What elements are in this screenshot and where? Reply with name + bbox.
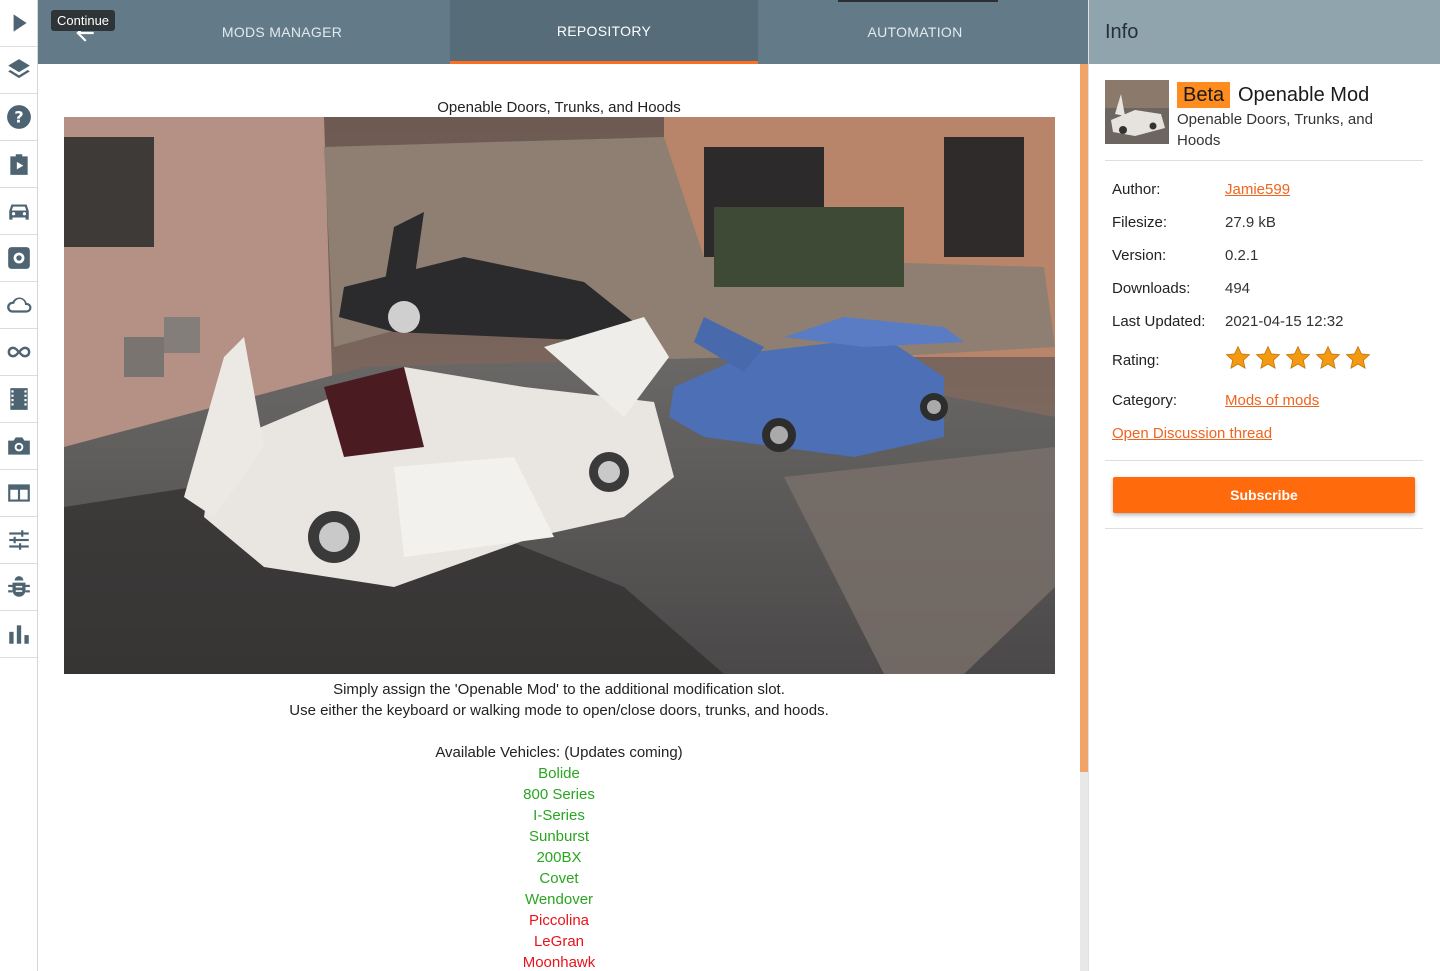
info-header: Info	[1089, 0, 1440, 64]
discussion-link[interactable]: Open Discussion thread	[1112, 425, 1272, 442]
rating-label: Rating:	[1112, 352, 1160, 369]
tab-mods-manager[interactable]: MODS MANAGER	[126, 0, 438, 64]
updated-value: 2021-04-15 12:32	[1225, 313, 1344, 330]
layers-icon[interactable]	[0, 47, 37, 94]
star-icon[interactable]	[1225, 345, 1251, 371]
updated-label: Last Updated:	[1112, 313, 1206, 330]
tab-repository[interactable]: REPOSITORY	[450, 0, 758, 64]
cloud-icon[interactable]	[0, 282, 37, 329]
author-label: Author:	[1112, 181, 1161, 198]
rating-stars[interactable]	[1225, 345, 1371, 371]
content-scrollbar[interactable]	[1080, 64, 1088, 971]
mod-thumbnail	[1105, 80, 1169, 144]
vehicle-item: Covet	[539, 870, 579, 887]
version-value: 0.2.1	[1225, 247, 1259, 264]
info-panel: Info Beta Openable Mod Openable Doors, T…	[1088, 0, 1440, 971]
star-icon[interactable]	[1315, 345, 1341, 371]
vehicle-item: 800 Series	[523, 786, 595, 803]
camera-icon[interactable]	[0, 423, 37, 470]
star-icon[interactable]	[1255, 345, 1281, 371]
content-title: Openable Doors, Trunks, and Hoods	[437, 99, 681, 116]
vehicle-item: 200BX	[536, 849, 582, 866]
downloads-label: Downloads:	[1112, 280, 1191, 297]
vehicle-item: I-Series	[533, 807, 585, 824]
continue-tooltip: Continue	[51, 10, 116, 31]
info-title: Info	[1105, 20, 1139, 43]
description-line-2: Use either the keyboard or walking mode …	[289, 702, 829, 719]
top-tab-bar: Continue MODS MANAGER REPOSITORY AUTOMAT…	[38, 0, 1088, 64]
car-icon[interactable]	[0, 188, 37, 235]
film-icon[interactable]	[0, 376, 37, 423]
tab-automation[interactable]: AUTOMATION	[758, 0, 1072, 64]
vehicle-item: LeGran	[533, 933, 585, 950]
sidebar: ?	[0, 0, 38, 971]
author-link[interactable]: Jamie599	[1225, 181, 1290, 198]
vehicle-item: Sunburst	[528, 828, 590, 845]
subscribe-button[interactable]: Subscribe	[1113, 477, 1415, 513]
star-icon[interactable]	[1285, 345, 1311, 371]
mod-detail-content: Openable Doors, Trunks, and Hoods Simply…	[38, 64, 1080, 971]
divider	[1105, 460, 1423, 461]
mod-name: Openable Mod	[1238, 84, 1370, 106]
mod-subtitle: Openable Doors, Trunks, and Hoods	[1177, 111, 1373, 149]
category-link[interactable]: Mods of mods	[1225, 392, 1319, 409]
bug-icon[interactable]	[0, 564, 37, 611]
infinity-icon[interactable]	[0, 329, 37, 376]
description-line-1: Simply assign the 'Openable Mod' to the …	[333, 681, 785, 698]
sliders-icon[interactable]	[0, 517, 37, 564]
vehicle-item: Wendover	[524, 891, 594, 908]
app-window: ? Continue MODS MANAGER REPOSITORY AUTOM…	[0, 0, 1440, 971]
vehicle-item: Piccolina	[528, 912, 590, 929]
category-label: Category:	[1112, 392, 1178, 409]
svg-text:?: ?	[14, 107, 23, 126]
stats-icon[interactable]	[0, 611, 37, 658]
downloads-value: 494	[1225, 280, 1251, 297]
version-label: Version:	[1112, 247, 1167, 264]
view-icon[interactable]	[0, 470, 37, 517]
star-icon[interactable]	[1345, 345, 1371, 371]
beta-badge: Beta	[1177, 82, 1231, 108]
vehicle-item: Bolide	[538, 765, 580, 782]
divider	[1105, 528, 1423, 529]
filesize-label: Filesize:	[1112, 214, 1168, 231]
settings-icon[interactable]	[0, 235, 37, 282]
clipboard-play-icon[interactable]	[0, 141, 37, 188]
divider	[1105, 160, 1423, 161]
mod-preview-image	[64, 117, 1055, 674]
filesize-value: 27.9 kB	[1225, 214, 1276, 231]
help-icon[interactable]: ?	[0, 94, 37, 141]
vehicles-header: Available Vehicles: (Updates coming)	[435, 744, 683, 761]
scrollbar-thumb[interactable]	[1080, 64, 1088, 772]
vehicle-item: Moonhawk	[522, 954, 596, 971]
play-icon[interactable]	[0, 0, 37, 47]
